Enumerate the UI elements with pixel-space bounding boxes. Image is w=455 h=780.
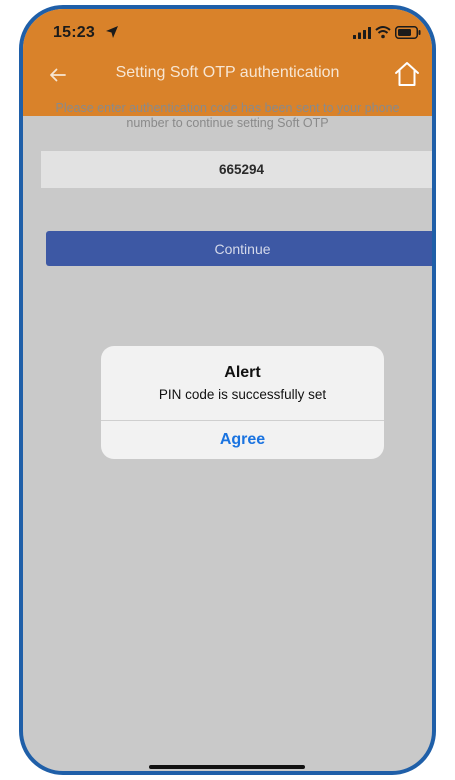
status-time: 15:23 <box>53 24 95 41</box>
alert-title: Alert <box>224 364 261 381</box>
wifi-icon <box>375 26 391 39</box>
status-bar: 15:23 <box>23 9 432 54</box>
instruction-text: Please enter authentication code has bee… <box>55 101 400 130</box>
back-arrow-icon[interactable] <box>45 62 71 88</box>
alert-dialog: Alert PIN code is successfully set Agree <box>101 346 384 459</box>
alert-message: PIN code is successfully set <box>158 387 327 402</box>
agree-button[interactable]: Agree <box>101 421 384 459</box>
app-header: 15:23 Setting Soft OTP authentication <box>23 9 432 116</box>
battery-icon <box>395 26 421 39</box>
location-arrow-icon <box>106 26 118 38</box>
otp-code-input[interactable]: 665294 <box>41 151 432 188</box>
phone-frame: 15:23 Setting Soft OTP authentication Pl… <box>19 5 436 775</box>
home-icon[interactable] <box>392 59 422 89</box>
navigation-bar: Setting Soft OTP authentication <box>23 54 432 106</box>
continue-button[interactable]: Continue <box>46 231 432 266</box>
page-title: Setting Soft OTP authentication <box>115 64 340 81</box>
cellular-signal-icon <box>353 27 371 39</box>
home-indicator[interactable] <box>149 765 305 769</box>
